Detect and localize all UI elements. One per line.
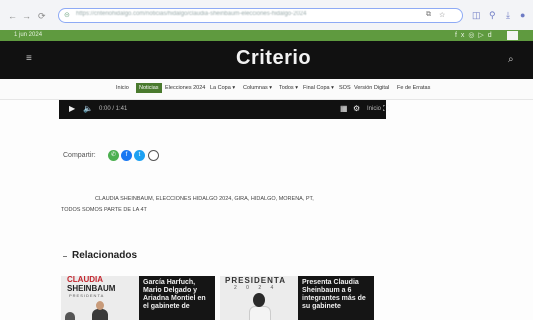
player-menu-icon[interactable]: ▦ bbox=[340, 104, 348, 113]
download-icon[interactable]: ⤓ bbox=[506, 10, 510, 21]
hamburger-menu-icon[interactable]: ≡ bbox=[26, 53, 32, 64]
article-tags-continued[interactable]: TODOS SOMOS PARTE DE LA 4T bbox=[61, 207, 147, 213]
translate-icon[interactable]: ⧉ bbox=[426, 11, 431, 19]
address-bar[interactable]: ⊝ https://criteriohidalgo.com/noticias/h… bbox=[58, 8, 463, 23]
site-logo[interactable]: Criterio bbox=[236, 47, 311, 70]
related-card[interactable]: CLAUDIA SHEINBAUM PRESIDENTA García Harf… bbox=[61, 276, 215, 320]
person-head bbox=[96, 301, 104, 310]
image-caption-year: 2 0 2 4 bbox=[234, 285, 278, 291]
nav-item-la-copa[interactable]: La Copa ▾ bbox=[210, 85, 235, 91]
browser-toolbar: ← → ⟳ ⊝ https://criteriohidalgo.com/noti… bbox=[0, 0, 533, 30]
image-caption-name: CLAUDIA bbox=[67, 276, 103, 284]
volume-icon[interactable]: 🔈 bbox=[83, 104, 93, 113]
related-card-text[interactable]: Presenta Claudia Sheinbaum a 6 integrant… bbox=[298, 276, 374, 320]
nav-item-noticias[interactable]: Noticias bbox=[136, 83, 162, 93]
lock-icon: ⊝ bbox=[64, 12, 70, 19]
nav-item-inicio[interactable]: Inicio bbox=[116, 85, 129, 91]
person-figure bbox=[249, 306, 271, 320]
facebook-share-icon[interactable]: f bbox=[121, 150, 132, 161]
current-date: 1 jun 2024 bbox=[14, 32, 43, 38]
top-strip: 1 jun 2024 f x ◎ ▷ d bbox=[0, 30, 533, 41]
image-caption-title: PRESIDENTA bbox=[69, 293, 105, 298]
article-tags[interactable]: CLAUDIA SHEINBAUM, ELECCIONES HIDALGO 20… bbox=[95, 196, 314, 202]
player-settings-icon[interactable]: ⚙ bbox=[353, 104, 360, 113]
whatsapp-share-icon[interactable]: ✆ bbox=[108, 150, 119, 161]
background-figure bbox=[65, 312, 75, 320]
email-share-icon[interactable] bbox=[148, 150, 159, 161]
reload-icon[interactable]: ⟳ bbox=[38, 11, 46, 22]
related-card-image[interactable]: PRESIDENTA 2 0 2 4 bbox=[220, 276, 298, 320]
player-time: 0:00 / 1:41 bbox=[99, 106, 128, 112]
share-label: Compartir: bbox=[63, 152, 96, 159]
social-links[interactable]: f x ◎ ▷ d bbox=[455, 31, 493, 39]
social-square-icon[interactable] bbox=[507, 31, 518, 40]
related-card-text[interactable]: García Harfuch, Mario Delgado y Ariadna … bbox=[139, 276, 215, 320]
tabs-icon[interactable]: ⚲ bbox=[489, 10, 496, 21]
related-card-image[interactable]: CLAUDIA SHEINBAUM PRESIDENTA bbox=[61, 276, 139, 320]
person-head bbox=[253, 293, 265, 307]
nav-item-todos[interactable]: Todos ▾ bbox=[279, 85, 298, 91]
related-card-headline[interactable]: Presenta Claudia Sheinbaum a 6 integrant… bbox=[302, 279, 372, 311]
image-caption-surname: SHEINBAUM bbox=[67, 284, 116, 293]
forward-icon[interactable]: → bbox=[22, 11, 31, 21]
nav-item-fe-de-erratas[interactable]: Fe de Erratas bbox=[397, 85, 430, 91]
back-icon[interactable]: ← bbox=[8, 11, 17, 21]
related-card[interactable]: PRESIDENTA 2 0 2 4 Presenta Claudia Shei… bbox=[220, 276, 374, 320]
related-title: Relacionados bbox=[72, 250, 138, 261]
related-card-headline[interactable]: García Harfuch, Mario Delgado y Ariadna … bbox=[143, 279, 213, 311]
site-header: ≡ Criterio ⌕ bbox=[0, 41, 533, 79]
nav-item-elecciones[interactable]: Elecciones 2024 bbox=[165, 85, 205, 91]
play-icon[interactable]: ▶ bbox=[69, 104, 75, 113]
nav-item-final-copa[interactable]: Final Copa ▾ bbox=[303, 85, 334, 91]
fullscreen-icon[interactable]: ⛶ bbox=[383, 104, 389, 114]
nav-item-columnas[interactable]: Columnas ▾ bbox=[243, 85, 272, 91]
extensions-icon[interactable]: ◫ bbox=[472, 10, 481, 21]
url-text[interactable]: https://criteriohidalgo.com/noticias/hid… bbox=[76, 11, 366, 17]
search-icon[interactable]: ⌕ bbox=[508, 54, 514, 65]
image-caption-title: PRESIDENTA bbox=[225, 276, 286, 285]
person-figure bbox=[92, 309, 108, 320]
nav-item-sos[interactable]: SOS bbox=[339, 85, 351, 91]
player-speed-label[interactable]: Inicio bbox=[367, 106, 381, 112]
twitter-share-icon[interactable]: t bbox=[134, 150, 145, 161]
audio-player: ▶ 🔈 0:00 / 1:41 ▦ ⚙ Inicio ⛶ bbox=[59, 100, 389, 119]
nav-item-version-digital[interactable]: Versión Digital bbox=[354, 85, 389, 91]
section-dash bbox=[63, 256, 67, 257]
bookmark-star-icon[interactable]: ☆ bbox=[439, 11, 445, 19]
profile-icon[interactable]: ● bbox=[520, 10, 525, 20]
main-nav: Inicio Noticias Elecciones 2024 La Copa … bbox=[0, 79, 533, 100]
